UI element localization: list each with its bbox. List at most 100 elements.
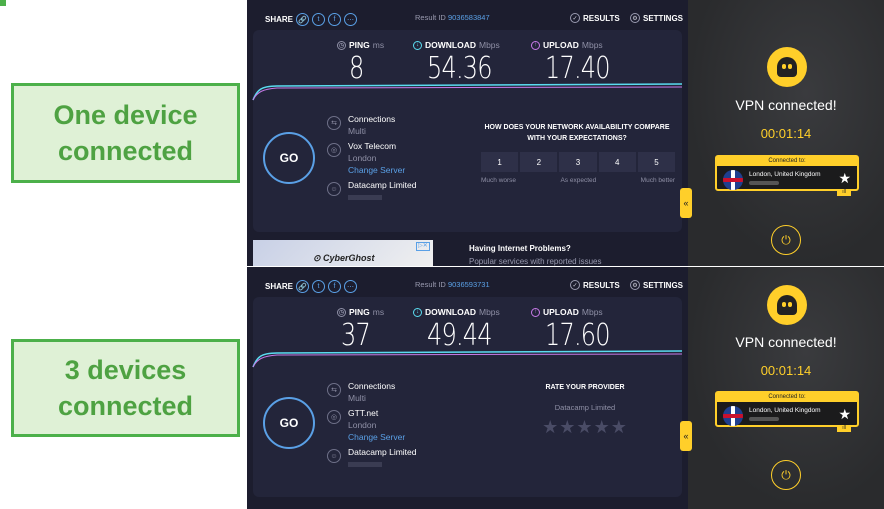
download-value: 49.44 — [427, 318, 493, 353]
more-icon[interactable]: ⋯ — [344, 13, 358, 26]
rate-provider: RATE YOUR PROVIDER Datacamp Limited ★★★★… — [527, 384, 643, 438]
results-button[interactable]: ✓ RESULTS — [570, 13, 620, 23]
download-icon: ↓ — [413, 307, 422, 317]
facebook-icon[interactable]: f — [328, 13, 342, 26]
gear-icon: ⚙ — [630, 13, 640, 23]
favorite-star-icon[interactable]: ★ — [838, 406, 851, 423]
signal-icon: ıll — [837, 189, 851, 196]
result-id-link[interactable]: 9036593731 — [448, 280, 490, 289]
share-group: SHARE 🔗 t f ⋯ — [265, 280, 358, 293]
connections-icon: ⇆ — [327, 383, 341, 397]
ping-value: 8 — [349, 51, 364, 86]
vpn-status: VPN connected! — [735, 97, 837, 113]
settings-button[interactable]: ⚙ SETTINGS — [630, 280, 683, 290]
download-icon: ↓ — [413, 40, 422, 50]
user-icon: ☺ — [327, 182, 341, 196]
ad-banner[interactable]: ⊙ CyberGhost ▷✕ — [253, 240, 433, 266]
result-id-link[interactable]: 9036583847 — [448, 13, 490, 22]
scale-option[interactable]: 5 — [637, 152, 676, 172]
scale-labels: Much worse As expected Much better — [481, 177, 675, 184]
connection-info: ⇆ Connections Multi ◎ Vox Telecom London Chan… — [327, 114, 417, 205]
collapse-icon[interactable]: « — [680, 421, 692, 451]
signal-icon: ıll — [837, 425, 851, 432]
results-button[interactable]: ✓ RESULTS — [570, 280, 620, 290]
scale-option[interactable]: 2 — [520, 152, 558, 172]
scale-option[interactable]: 3 — [559, 152, 597, 172]
speed-graph — [252, 350, 683, 368]
survey-scale: 1 2 3 4 5 — [481, 152, 676, 172]
ping-icon: ◷ — [337, 307, 346, 317]
globe-icon: ◎ — [327, 143, 341, 157]
check-icon: ✓ — [570, 13, 580, 23]
upload-metric: ↑ UPLOAD Mbps 17.60 — [531, 307, 626, 353]
connected-server-card[interactable]: Connected to: London, United Kingdom ★ ı… — [715, 391, 859, 432]
facebook-icon[interactable]: f — [328, 280, 342, 293]
ping-icon: ◷ — [337, 40, 346, 50]
ad-close-icon[interactable]: ▷✕ — [416, 242, 430, 251]
uk-flag-icon — [723, 170, 743, 190]
blurred-ip — [348, 462, 382, 467]
collapse-icon[interactable]: « — [680, 188, 692, 218]
globe-icon: ◎ — [327, 410, 341, 424]
download-metric: ↓ DOWNLOAD Mbps 49.44 — [413, 307, 508, 353]
upload-value: 17.60 — [545, 318, 611, 353]
toolbar: SHARE 🔗 t f ⋯ Result ID 9036593731 ✓ RESU… — [247, 267, 688, 297]
rating-stars[interactable]: ★★★★★ — [527, 417, 643, 438]
connections-icon: ⇆ — [327, 116, 341, 130]
label-one-device: One device connected — [11, 83, 240, 183]
gear-icon: ⚙ — [630, 280, 640, 290]
uk-flag-icon — [723, 406, 743, 426]
connected-server-card[interactable]: Connected to: London, United Kingdom ★ ı… — [715, 155, 859, 196]
more-icon[interactable]: ⋯ — [344, 280, 358, 293]
upload-metric: ↑ UPLOAD Mbps 17.40 — [531, 40, 626, 86]
settings-button[interactable]: ⚙ SETTINGS — [630, 13, 683, 23]
share-label: SHARE — [265, 282, 294, 291]
speed-graph — [252, 83, 683, 101]
blurred-ip — [348, 195, 382, 200]
cyberghost-logo — [767, 47, 807, 87]
speedtest-panel-2: SHARE 🔗 t f ⋯ Result ID 9036593731 ✓ RESU… — [247, 267, 688, 509]
upload-value: 17.40 — [545, 51, 611, 86]
cyberghost-logo — [767, 285, 807, 325]
ad-text[interactable]: Having Internet Problems? Popular servic… — [469, 244, 602, 266]
link-icon[interactable]: 🔗 — [296, 280, 310, 293]
upload-icon: ↑ — [531, 307, 540, 317]
scale-option[interactable]: 1 — [481, 152, 519, 172]
speedtest-panel-1: SHARE 🔗 t f ⋯ Result ID 9036583847 ✓ RESU… — [247, 0, 688, 266]
power-button[interactable]: ⏻ — [771, 460, 801, 490]
ghost-icon — [777, 295, 797, 315]
label-three-devices: 3 devices connected — [11, 339, 240, 437]
share-label: SHARE — [265, 15, 294, 24]
vpn-timer: 00:01:14 — [760, 126, 812, 141]
scale-option[interactable]: 4 — [598, 152, 636, 172]
download-value: 54.36 — [427, 51, 493, 86]
vpn-timer: 00:01:14 — [760, 363, 812, 378]
twitter-icon[interactable]: t — [312, 13, 326, 26]
survey-question: HOW DOES YOUR NETWORK AVAILABILITY COMPA… — [484, 124, 670, 142]
share-group: SHARE 🔗 t f ⋯ — [265, 13, 358, 26]
go-button[interactable]: GO — [263, 132, 315, 184]
result-id: Result ID 9036593731 — [415, 280, 490, 289]
ping-value: 37 — [341, 318, 371, 353]
vpn-panel-1: VPN connected! 00:01:14 Connected to: Lo… — [680, 0, 884, 266]
vpn-status: VPN connected! — [735, 334, 837, 350]
ad-logo: ⊙ CyberGhost — [313, 253, 375, 263]
change-server-link[interactable]: Change Server — [348, 165, 405, 175]
result-id: Result ID 9036583847 — [415, 13, 490, 22]
check-icon: ✓ — [570, 280, 580, 290]
link-icon[interactable]: 🔗 — [296, 13, 310, 26]
user-icon: ☺ — [327, 449, 341, 463]
connection-info: ⇆ Connections Multi ◎ GTT.net London Change S… — [327, 381, 417, 472]
blurred-ip — [749, 417, 779, 421]
favorite-star-icon[interactable]: ★ — [838, 170, 851, 187]
toolbar: SHARE 🔗 t f ⋯ Result ID 9036583847 ✓ RESU… — [247, 0, 688, 30]
download-metric: ↓ DOWNLOAD Mbps 54.36 — [413, 40, 508, 86]
download-highlight — [0, 0, 6, 6]
go-button[interactable]: GO — [263, 397, 315, 449]
change-server-link[interactable]: Change Server — [348, 432, 405, 442]
upload-icon: ↑ — [531, 40, 540, 50]
twitter-icon[interactable]: t — [312, 280, 326, 293]
ping-metric: ◷ PING ms 37 — [337, 307, 385, 353]
power-button[interactable]: ⏻ — [771, 225, 801, 255]
ping-metric: ◷ PING ms 8 — [337, 40, 385, 86]
